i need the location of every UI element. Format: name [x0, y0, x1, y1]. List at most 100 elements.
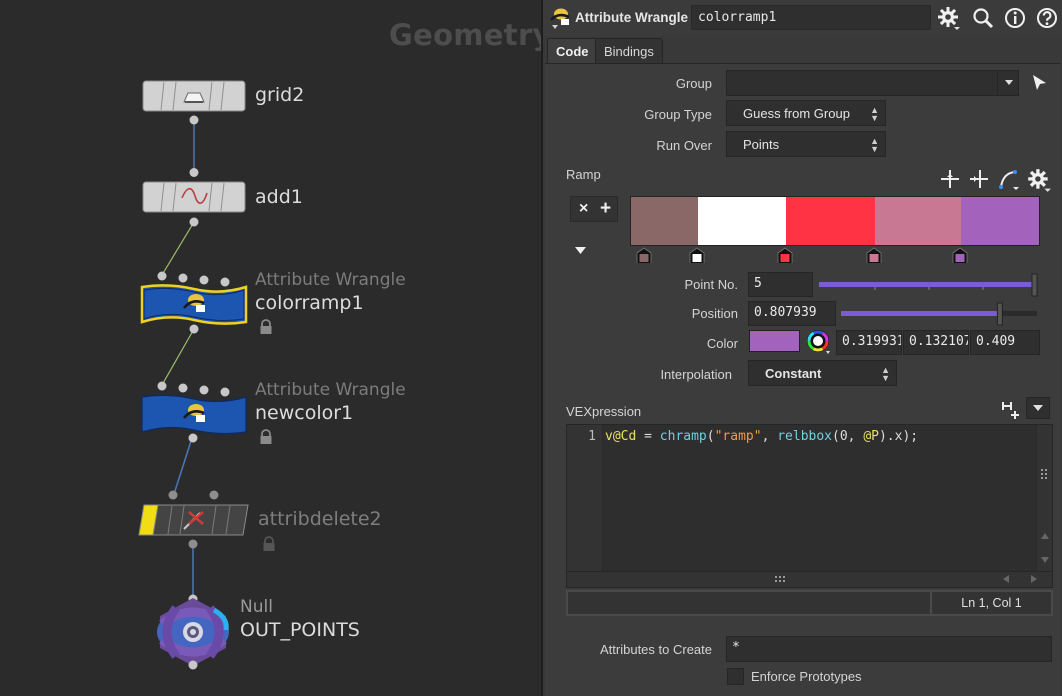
create-parameters-icon[interactable]	[1000, 398, 1024, 420]
chevron-down-icon	[1005, 80, 1013, 85]
node-type-colorramp1: Attribute Wrangle	[255, 270, 406, 290]
code-token: =	[636, 429, 660, 444]
ramp-segment	[697, 197, 787, 245]
ramp-key-marker[interactable]	[689, 247, 705, 263]
group-type-menu[interactable]: Guess from Group ▲ ▼	[726, 100, 886, 126]
updown-arrow-icon: ▲ ▼	[881, 365, 890, 383]
ramp-gear-icon[interactable]	[1026, 167, 1052, 193]
chevron-down-icon	[1033, 405, 1043, 411]
code-token: ,	[761, 429, 778, 444]
color-wheel-icon[interactable]	[805, 328, 833, 356]
add-key-button[interactable]: +	[600, 198, 611, 220]
ramp-curve-icon[interactable]	[998, 168, 1022, 192]
node-name-grid2: grid2	[255, 84, 305, 106]
group-type-label: Group Type	[644, 107, 712, 122]
tab-code[interactable]: Code	[547, 38, 598, 63]
ramp-insert-key-icon[interactable]	[968, 168, 990, 190]
node-add1[interactable]	[142, 168, 246, 230]
node-name-newcolor1: newcolor1	[255, 402, 354, 424]
updown-arrow-icon: ▲ ▼	[870, 136, 879, 154]
interpolation-menu[interactable]: Constant ▲ ▼	[748, 360, 897, 386]
node-grid2[interactable]	[142, 80, 246, 128]
color-label: Color	[706, 336, 738, 351]
run-over-label: Run Over	[656, 138, 712, 153]
position-label: Position	[691, 306, 738, 321]
updown-arrow-icon: ▲ ▼	[870, 105, 879, 123]
run-over-value: Points	[743, 137, 780, 152]
point-no-field[interactable]: 5	[748, 272, 813, 297]
node-name-colorramp1: colorramp1	[255, 292, 364, 314]
color-r-field[interactable]: 0.319931	[836, 330, 902, 355]
position-slider[interactable]	[839, 301, 1041, 327]
code-token: v@Cd	[605, 429, 637, 444]
ramp-key-buttons: × +	[570, 196, 618, 222]
node-type-out-points: Null	[240, 597, 273, 617]
ramp-segment	[960, 197, 1039, 245]
node-newcolor1[interactable]	[138, 380, 250, 446]
code-token: @P	[863, 429, 879, 444]
code-token: chramp	[659, 429, 707, 444]
lock-icon	[263, 536, 275, 551]
attributes-to-create-field[interactable]: *	[726, 636, 1052, 662]
node-type-label: Attribute Wrangle	[575, 10, 689, 25]
position-field[interactable]: 0.807939	[748, 301, 836, 326]
info-icon[interactable]	[1003, 6, 1027, 30]
interpolation-label: Interpolation	[660, 367, 732, 382]
ramp-key-marker[interactable]	[866, 247, 882, 263]
vex-code-editor[interactable]: 1 v@Cd = chramp("ramp", relbbox(0, @P).x…	[566, 424, 1053, 572]
group-type-value: Guess from Group	[743, 106, 850, 121]
group-dropdown-button[interactable]	[997, 70, 1019, 96]
ramp-key-marker[interactable]	[952, 247, 968, 263]
select-arrow-icon[interactable]	[1029, 72, 1049, 94]
node-name-field[interactable]: colorramp1	[691, 5, 931, 30]
gear-icon[interactable]	[937, 6, 961, 30]
vexpression-label: VEXpression	[566, 404, 642, 419]
code-token: ).x);	[878, 429, 919, 444]
ramp-expand-icon[interactable]	[574, 245, 588, 257]
code-token: relbbox	[777, 429, 833, 444]
tab-bindings[interactable]: Bindings	[595, 38, 663, 63]
color-ramp-bar[interactable]	[630, 196, 1040, 246]
lock-icon	[260, 319, 272, 334]
group-field[interactable]	[726, 70, 1019, 96]
network-editor[interactable]: Geometry grid2 add1 Attribute Wrangle co…	[0, 0, 541, 696]
parameter-panel: Attribute Wrangle colorramp1 Code Bindin…	[541, 0, 1062, 696]
code-token: (0,	[832, 429, 864, 444]
color-b-field[interactable]: 0.409	[970, 330, 1040, 355]
lock-icon	[260, 429, 272, 444]
node-out-points[interactable]	[154, 594, 234, 672]
interpolation-value: Constant	[765, 366, 822, 381]
node-type-newcolor1: Attribute Wrangle	[255, 380, 406, 400]
point-no-slider[interactable]	[817, 272, 1041, 298]
ramp-segment	[874, 197, 961, 245]
wrangle-icon	[550, 8, 570, 29]
enforce-prototypes-label: Enforce Prototypes	[751, 669, 862, 684]
group-label: Group	[675, 76, 712, 91]
remove-key-button[interactable]: ×	[579, 200, 588, 218]
attributes-to-create-label: Attributes to Create	[600, 642, 712, 657]
code-line[interactable]: v@Cd = chramp("ramp", relbbox(0, @P).x);	[605, 429, 918, 444]
color-g-field[interactable]: 0.132107	[903, 330, 969, 355]
color-swatch[interactable]	[749, 330, 800, 352]
search-icon[interactable]	[971, 6, 995, 30]
ramp-key-marker[interactable]	[777, 247, 793, 263]
panel-header: Attribute Wrangle colorramp1	[543, 0, 1062, 36]
ramp-add-key-icon[interactable]	[939, 168, 961, 190]
help-icon[interactable]	[1035, 6, 1059, 30]
node-colorramp1[interactable]	[138, 270, 250, 336]
enforce-prototypes-checkbox[interactable]	[727, 668, 744, 685]
horizontal-scrollbar[interactable]	[566, 571, 1053, 588]
ramp-key-marker[interactable]	[636, 247, 652, 263]
grid-icon	[183, 92, 205, 103]
ramp-segment	[786, 197, 875, 245]
code-tab-content: Group Group Type Guess from Group ▲ ▼ Run…	[545, 63, 1060, 696]
vertical-scrollbar[interactable]	[1036, 425, 1052, 571]
code-token: "ramp"	[714, 429, 762, 444]
node-name-attribdelete2: attribdelete2	[258, 508, 382, 530]
scroll-grip-icon	[775, 575, 1037, 583]
node-attribdelete2[interactable]	[136, 490, 252, 550]
run-over-menu[interactable]: Points ▲ ▼	[726, 131, 886, 157]
code-token: (	[706, 429, 715, 444]
line-number: 1	[588, 429, 596, 444]
vex-menu-button[interactable]	[1026, 397, 1050, 419]
